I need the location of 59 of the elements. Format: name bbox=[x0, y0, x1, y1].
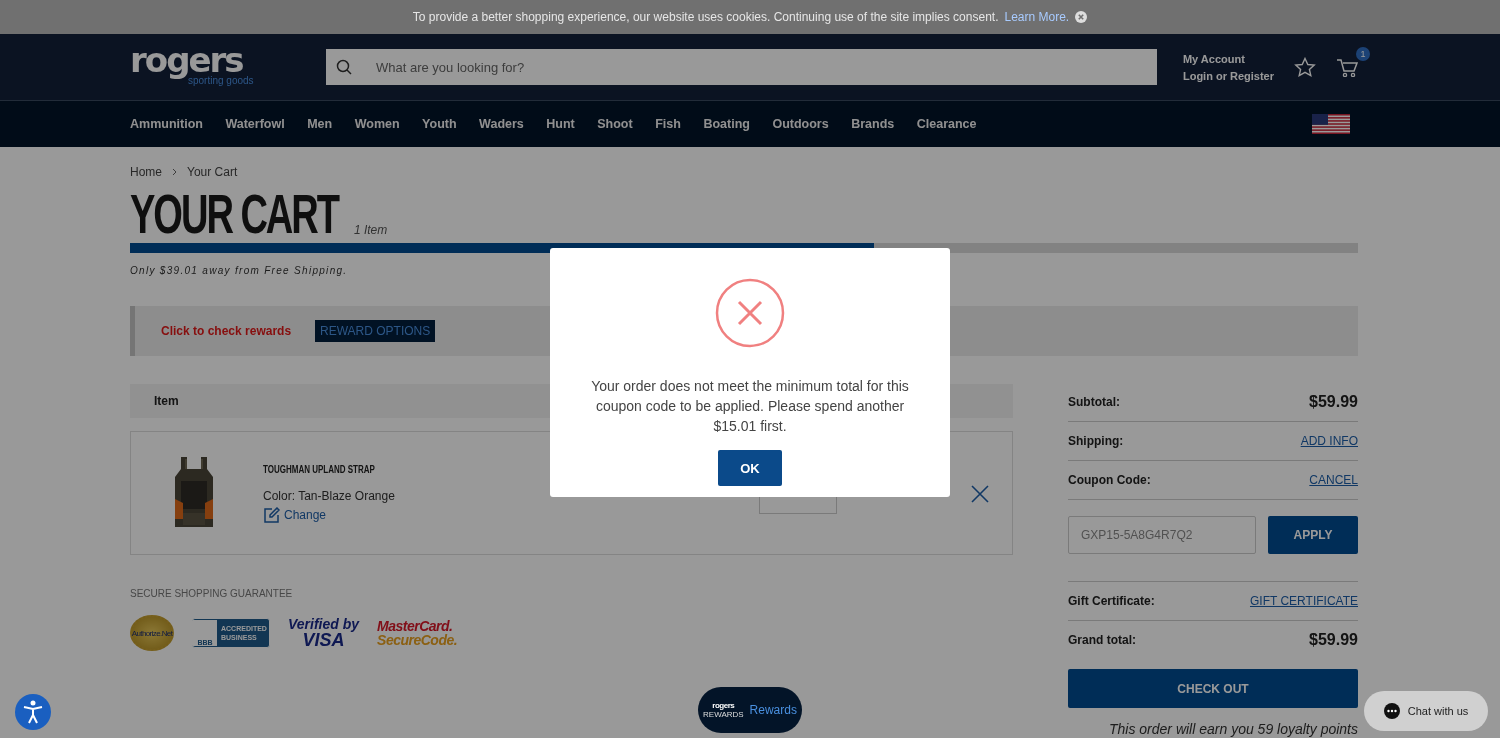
account-title: My Account bbox=[1182, 52, 1246, 65]
column-header: Item bbox=[154, 394, 179, 408]
breadcrumb-link[interactable]: Home bbox=[130, 165, 162, 179]
item-count: 1 Item bbox=[353, 223, 388, 237]
section-title: SECURE SHOPPING GUARANTEE bbox=[130, 588, 294, 599]
nav-link[interactable]: Women bbox=[354, 117, 400, 131]
nav-link[interactable]: Fish bbox=[655, 117, 681, 131]
authorize-net-seal: Authorize.Net bbox=[130, 615, 174, 651]
summary-amount: $59.99 bbox=[1309, 631, 1358, 649]
search-icon[interactable] bbox=[336, 59, 352, 75]
nav-link[interactable]: Ammunition bbox=[130, 117, 203, 131]
product-name[interactable]: TOUGHMAN UPLAND STRAP bbox=[263, 463, 385, 475]
change-link[interactable]: Change bbox=[263, 506, 395, 523]
cart-count-badge: 1 bbox=[1356, 47, 1370, 61]
page-title: YOUR CART bbox=[130, 189, 338, 239]
nav-link[interactable]: Shoot bbox=[597, 117, 633, 131]
summary-label: Coupon Code: bbox=[1068, 473, 1151, 487]
product-color: Color: Tan-Blaze Orange bbox=[263, 488, 395, 503]
checkout-button[interactable]: CHECK OUT bbox=[1068, 669, 1358, 708]
nav-link[interactable]: Clearance bbox=[916, 117, 977, 131]
summary-link[interactable]: ADD INFO bbox=[1300, 434, 1358, 448]
verified-by-visa-logo: Verified by VISA bbox=[288, 617, 360, 649]
accessibility-icon[interactable] bbox=[15, 694, 51, 730]
nav-link[interactable]: Youth bbox=[422, 117, 457, 131]
summary-label: Grand total: bbox=[1068, 633, 1136, 647]
flag-icon[interactable] bbox=[1312, 114, 1350, 134]
nav-link[interactable]: Men bbox=[307, 117, 333, 131]
star-icon[interactable] bbox=[1294, 56, 1316, 78]
cart-icon[interactable] bbox=[1336, 57, 1358, 77]
summary-label: Subtotal: bbox=[1068, 395, 1120, 409]
alert-message: Your order does not meet the minimum total for this coupon code to be applied. Please spend another $15.01 first. bbox=[590, 377, 910, 436]
remove-icon[interactable] bbox=[971, 485, 989, 503]
apply-button[interactable]: APPLY bbox=[1268, 516, 1358, 554]
free-shipping-message: Only $39.01 away from Free Shipping. bbox=[130, 265, 349, 276]
mastercard-securecode-logo: MasterCard. SecureCode. bbox=[377, 619, 458, 647]
summary-link[interactable]: GIFT CERTIFICATE bbox=[1250, 594, 1358, 608]
summary-link[interactable]: CANCEL bbox=[1309, 473, 1358, 487]
nav-link[interactable]: Waders bbox=[479, 117, 524, 131]
close-icon[interactable] bbox=[1075, 11, 1088, 23]
summary-label: Gift Certificate: bbox=[1068, 594, 1155, 608]
edit-icon bbox=[263, 506, 280, 523]
summary-label: Shipping: bbox=[1068, 434, 1124, 448]
nav-link[interactable]: Boating bbox=[703, 117, 750, 131]
error-icon bbox=[715, 278, 785, 348]
cookie-message: To provide a better shopping experience, our website uses cookies. Continuing use of the site implies consent. bbox=[412, 10, 999, 24]
loyalty-message: This order will earn you 59 loyalty points bbox=[1108, 721, 1358, 737]
search-field[interactable]: What are you looking for? bbox=[326, 49, 1157, 85]
ok-button[interactable]: OK bbox=[718, 450, 782, 486]
nav-link[interactable]: Hunt bbox=[546, 117, 575, 131]
nav-link[interactable]: Waterfowl bbox=[225, 117, 285, 131]
breadcrumb-current: Your Cart bbox=[187, 165, 238, 179]
summary-amount: $59.99 bbox=[1309, 393, 1358, 411]
chat-button[interactable]: Chat with us bbox=[1364, 691, 1488, 731]
login-link[interactable]: Login or Register bbox=[1182, 69, 1274, 82]
coupon-field[interactable]: GXP15-5A8G4R7Q2 bbox=[1068, 516, 1256, 554]
nav-link[interactable]: Outdoors bbox=[772, 117, 829, 131]
nav-link[interactable]: Brands bbox=[851, 117, 895, 131]
chevron-icon bbox=[172, 168, 177, 176]
chat-icon bbox=[1383, 703, 1400, 719]
